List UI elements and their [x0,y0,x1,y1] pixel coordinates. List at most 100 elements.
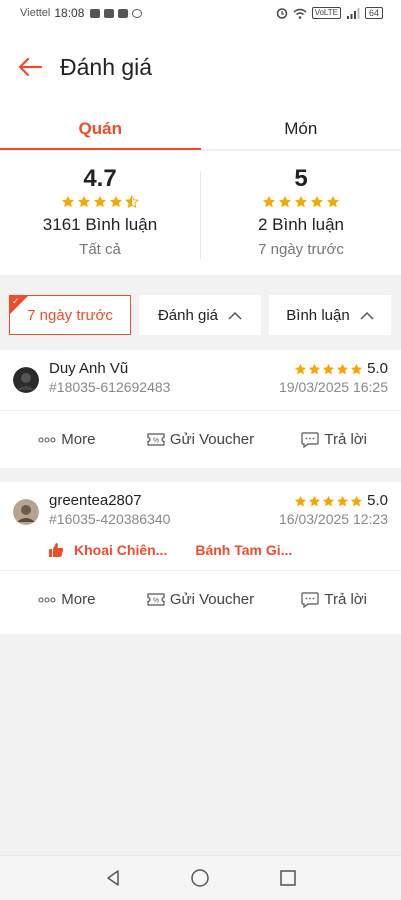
zalo-notification-icon [104,8,115,18]
summary-all-score: 4.7 [83,165,117,192]
nav-home-icon[interactable] [190,868,210,888]
reviewer-name: greentea2807 [49,492,142,509]
review-rating-info: 5.0 19/03/2025 16:25 [279,360,388,396]
status-bar-left: Viettel 18:08 [20,6,143,20]
nav-recents-icon[interactable] [279,869,297,887]
tab-restaurant[interactable]: Quán [0,108,201,150]
liked-dishes: Khoai Chiên... Bánh Tam Gi... [0,528,401,558]
send-voucher-label: Gửi Voucher [169,431,255,448]
carrier-label: Viettel [20,7,51,19]
review-rating-info: 5.0 16/03/2025 12:23 [279,492,388,528]
summary-all-label: Tất cả [79,241,121,258]
order-id: #18035-612692483 [49,379,171,395]
battery-indicator: 64 [364,7,383,19]
star-icon [309,363,321,374]
rating-summary: 4.7 3161 Bình luận Tất cả 5 2 Bình luận … [0,151,401,275]
checkmark-icon: ✓ [12,296,20,306]
review-header: greentea2807 #16035-420386340 5.0 16/03/… [0,482,401,528]
star-icon [262,195,276,208]
review-stars [294,495,363,508]
summary-all-count: 3161 Bình luận [42,215,158,234]
tab-bar: Quán Món [0,108,401,150]
chevron-up-icon [360,311,374,320]
comment-icon [301,431,319,448]
volte-badge: VoLTE [311,7,341,19]
chevron-up-icon [228,311,242,320]
filter-bar: ✓ 7 ngày trước Đánh giá Bình luận [0,295,401,338]
star-icon [351,363,363,374]
more-dots-icon [38,597,56,602]
star-icon [337,495,349,506]
status-bar-right: VoLTE 64 [276,7,383,19]
review-date: 16/03/2025 12:23 [279,511,388,527]
half-star-icon [125,195,139,209]
order-id: #16035-420386340 [49,511,171,527]
filter-chip-recent[interactable]: ✓ 7 ngày trước [9,295,131,335]
star-icon [309,495,321,506]
more-button[interactable]: More [0,431,134,448]
voucher-icon: % [147,433,165,446]
star-icon [77,195,91,208]
star-icon [323,363,335,374]
avatar[interactable] [13,499,39,525]
liked-dish[interactable]: Bánh Tam Gi... [195,542,292,558]
review-card: greentea2807 #16035-420386340 5.0 16/03/… [0,482,401,634]
voucher-icon: % [147,593,165,606]
send-voucher-label: Gửi Voucher [169,591,255,608]
message-notification-icon [132,8,143,18]
review-card: Duy Anh Vũ #18035-612692483 5.0 19/03/20… [0,350,401,468]
wifi-icon [293,8,307,19]
app-header: Đánh giá [0,26,401,108]
review-header: Duy Anh Vũ #18035-612692483 5.0 19/03/20… [0,350,401,396]
filter-chip-comment[interactable]: Bình luận [269,295,391,335]
star-icon [326,195,340,208]
reply-label: Trả lời [324,431,367,448]
nav-back-icon[interactable] [104,869,122,887]
avatar[interactable] [13,367,39,393]
back-button[interactable] [0,26,60,108]
alarm-icon [276,8,287,19]
review-actions: More % Gửi Voucher Trả lời [0,570,401,628]
filter-chip-label: Bình luận [286,306,350,324]
reply-button[interactable]: Trả lời [267,431,401,448]
system-nav-bar [0,855,401,900]
review-actions: More % Gửi Voucher Trả lời [0,410,401,468]
comment-icon [301,591,319,608]
star-icon [295,363,307,374]
svg-text:%: % [153,438,159,445]
star-icon [61,195,75,208]
review-user-info: Duy Anh Vũ #18035-612692483 [49,360,279,396]
star-icon [323,495,335,506]
star-icon [93,195,107,208]
avatar-image [13,499,39,525]
summary-recent-label: 7 ngày trước [258,241,344,258]
zalo-notification-icon [90,8,101,18]
reply-button[interactable]: Trả lời [267,591,401,608]
status-bar: Viettel 18:08 VoLTE 64 [0,0,401,26]
reviewer-name: Duy Anh Vũ [49,360,129,377]
review-stars [294,363,363,376]
filter-chip-rating[interactable]: Đánh giá [139,295,261,335]
star-icon [310,195,324,208]
send-voucher-button[interactable]: % Gửi Voucher [134,591,268,608]
summary-recent[interactable]: 5 2 Bình luận 7 ngày trước [201,151,401,275]
arrow-left-icon [18,57,43,77]
filter-chip-label: 7 ngày trước [27,306,113,324]
summary-all[interactable]: 4.7 3161 Bình luận Tất cả [0,151,200,275]
review-date: 19/03/2025 16:25 [279,379,388,395]
liked-dish[interactable]: Khoai Chiên... [74,542,167,558]
summary-recent-count: 2 Bình luận [257,215,344,234]
rating-value: 5.0 [367,492,388,509]
tab-dishes[interactable]: Món [201,108,401,149]
review-rating: 5.0 [279,492,388,510]
more-label: More [61,431,96,448]
more-button[interactable]: More [0,591,134,608]
page-title: Đánh giá [60,53,153,80]
send-voucher-button[interactable]: % Gửi Voucher [134,431,268,448]
review-user-info: greentea2807 #16035-420386340 [49,492,279,528]
star-icon [295,495,307,506]
thumbs-up-icon [49,543,64,557]
filter-chip-label: Đánh giá [157,306,219,324]
summary-recent-score: 5 [294,165,308,192]
zalo-notification-icon [118,8,129,18]
